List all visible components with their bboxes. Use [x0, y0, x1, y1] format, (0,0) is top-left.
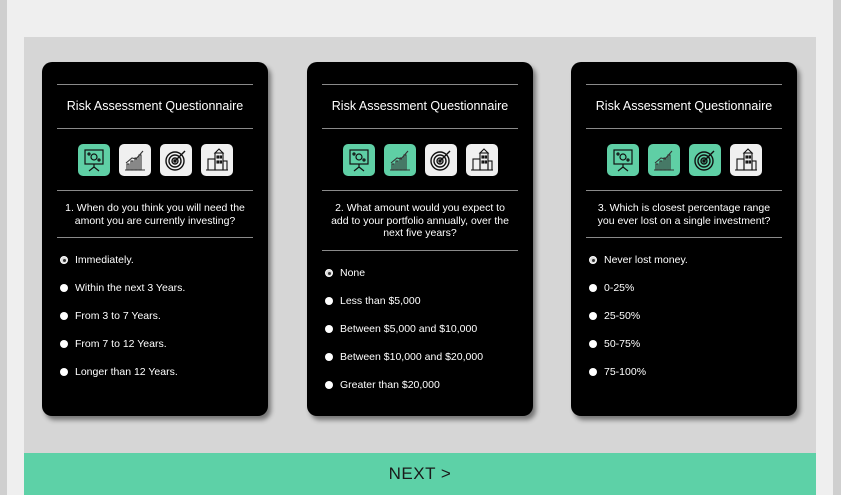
target-icon[interactable]: [159, 144, 192, 176]
question-text: 1. When do you think you will need the a…: [65, 202, 245, 227]
answer-option[interactable]: Between $10,000 and $20,000: [325, 343, 525, 371]
step-icons: [307, 144, 533, 176]
divider: [322, 84, 518, 85]
divider: [57, 84, 253, 85]
target-icon[interactable]: [424, 144, 457, 176]
option-label: Immediately.: [75, 254, 134, 266]
answer-options: None Less than $5,000 Between $5,000 and…: [325, 259, 525, 399]
option-label: Within the next 3 Years.: [75, 282, 186, 294]
radio-button[interactable]: [60, 284, 68, 292]
answer-option[interactable]: 50-75%: [589, 330, 789, 358]
radio-button[interactable]: [60, 312, 68, 320]
question-card-2: Risk Assessment Questionnaire 2. What am…: [307, 62, 533, 416]
question-text: 3. Which is closest percentage range you…: [597, 202, 771, 227]
answer-option[interactable]: From 3 to 7 Years.: [60, 302, 260, 330]
divider: [57, 128, 253, 129]
option-label: From 3 to 7 Years.: [75, 310, 161, 322]
option-label: Greater than $20,000: [340, 379, 440, 391]
presentation-board-icon[interactable]: [77, 144, 110, 176]
radio-button[interactable]: [60, 368, 68, 376]
answer-option[interactable]: 75-100%: [589, 358, 789, 386]
presentation-board-icon[interactable]: [342, 144, 375, 176]
radio-button[interactable]: [60, 256, 68, 264]
divider: [586, 128, 782, 129]
option-label: None: [340, 267, 366, 279]
divider: [586, 190, 782, 191]
answer-option[interactable]: None: [325, 259, 525, 287]
growth-chart-icon[interactable]: [383, 144, 416, 176]
radio-button[interactable]: [325, 269, 333, 277]
divider: [322, 128, 518, 129]
option-label: 75-100%: [604, 366, 647, 378]
answer-option[interactable]: Between $5,000 and $10,000: [325, 315, 525, 343]
buildings-icon[interactable]: [729, 144, 762, 176]
divider: [57, 237, 253, 238]
answer-option[interactable]: Never lost money.: [589, 246, 789, 274]
question-text: 2. What amount would you expect to add t…: [331, 202, 509, 239]
radio-button[interactable]: [589, 256, 597, 264]
divider: [586, 237, 782, 238]
option-label: 50-75%: [604, 338, 641, 350]
radio-button[interactable]: [589, 312, 597, 320]
option-label: Between $10,000 and $20,000: [340, 351, 484, 363]
radio-button[interactable]: [60, 340, 68, 348]
answer-option[interactable]: Less than $5,000: [325, 287, 525, 315]
option-label: From 7 to 12 Years.: [75, 338, 167, 350]
target-icon[interactable]: [688, 144, 721, 176]
radio-button[interactable]: [325, 353, 333, 361]
divider: [322, 250, 518, 251]
answer-options: Immediately. Within the next 3 Years. Fr…: [60, 246, 260, 386]
question-card-3: Risk Assessment Questionnaire 3. Which i…: [571, 62, 797, 416]
radio-button[interactable]: [589, 340, 597, 348]
divider: [586, 84, 782, 85]
answer-option[interactable]: Longer than 12 Years.: [60, 358, 260, 386]
radio-button[interactable]: [325, 297, 333, 305]
radio-button[interactable]: [589, 284, 597, 292]
option-label: Between $5,000 and $10,000: [340, 323, 478, 335]
answer-option[interactable]: Immediately.: [60, 246, 260, 274]
answer-option[interactable]: Greater than $20,000: [325, 371, 525, 399]
answer-option[interactable]: Within the next 3 Years.: [60, 274, 260, 302]
presentation-board-icon[interactable]: [606, 144, 639, 176]
next-button[interactable]: NEXT >: [24, 453, 816, 495]
radio-button[interactable]: [325, 381, 333, 389]
answer-options: Never lost money. 0-25% 25-50% 50-75% 75…: [589, 246, 789, 386]
card-title: Risk Assessment Questionnaire: [595, 99, 773, 113]
growth-chart-icon[interactable]: [118, 144, 151, 176]
answer-option[interactable]: 25-50%: [589, 302, 789, 330]
divider: [322, 190, 518, 191]
option-label: Never lost money.: [604, 254, 688, 266]
buildings-icon[interactable]: [200, 144, 233, 176]
option-label: 25-50%: [604, 310, 641, 322]
radio-button[interactable]: [325, 325, 333, 333]
option-label: Less than $5,000: [340, 295, 421, 307]
answer-option[interactable]: 0-25%: [589, 274, 789, 302]
step-icons: [571, 144, 797, 176]
card-title: Risk Assessment Questionnaire: [331, 99, 509, 113]
answer-option[interactable]: From 7 to 12 Years.: [60, 330, 260, 358]
radio-button[interactable]: [589, 368, 597, 376]
question-card-1: Risk Assessment Questionnaire 1. When do…: [42, 62, 268, 416]
buildings-icon[interactable]: [465, 144, 498, 176]
card-title: Risk Assessment Questionnaire: [66, 99, 244, 113]
growth-chart-icon[interactable]: [647, 144, 680, 176]
divider: [57, 190, 253, 191]
option-label: 0-25%: [604, 282, 635, 294]
step-icons: [42, 144, 268, 176]
option-label: Longer than 12 Years.: [75, 366, 178, 378]
